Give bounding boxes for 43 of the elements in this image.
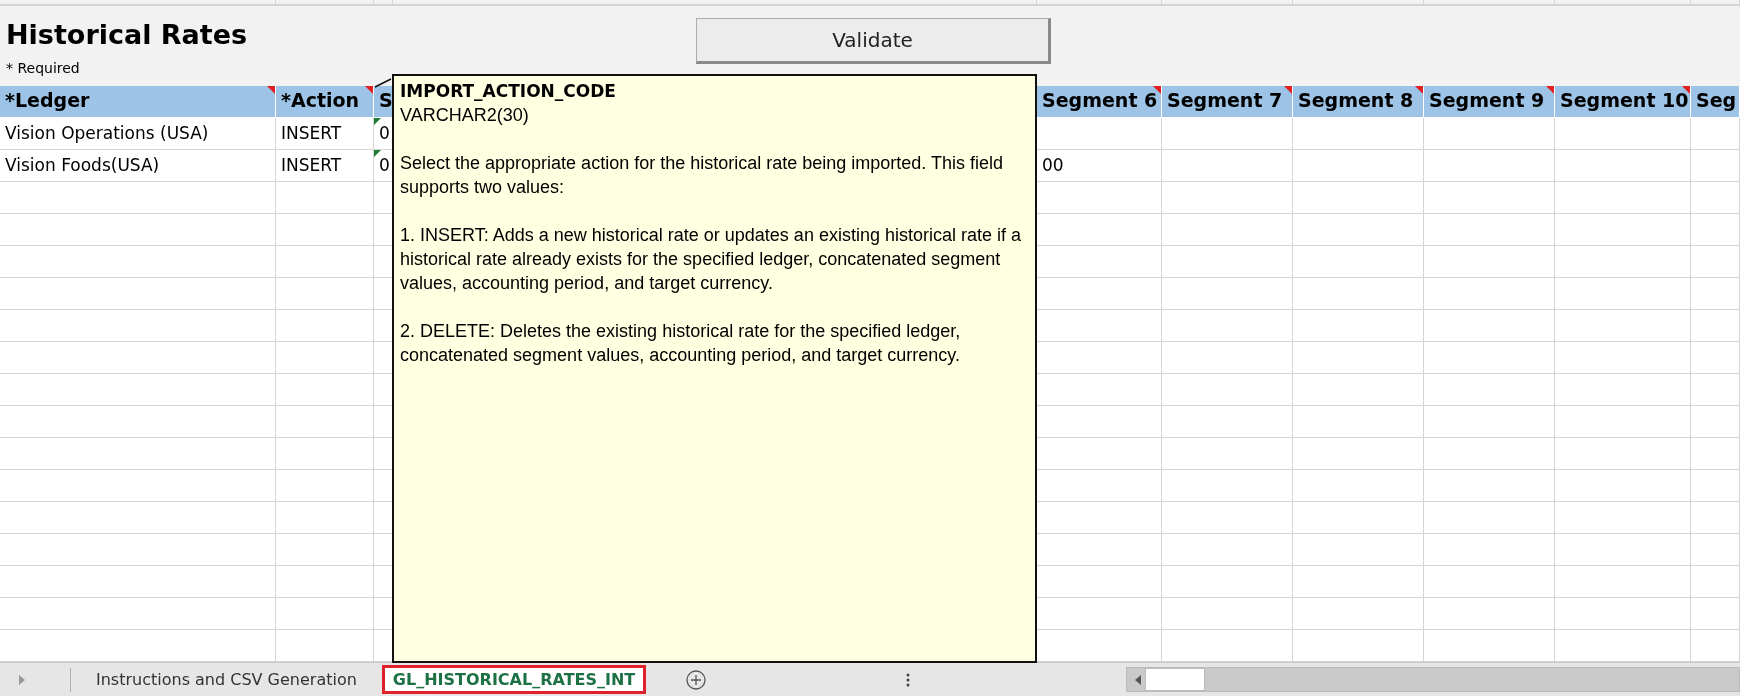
column-header: Segment 6 xyxy=(1037,86,1162,118)
tooltip-paragraph: 2. DELETE: Deletes the existing historical rate for the specified ledger, concatenated segment values, accounting period, and target currency. xyxy=(400,320,962,367)
table-cell: Vision Foods(USA) xyxy=(0,150,276,182)
sheet-tab[interactable]: GL_HISTORICAL_RATES_INT xyxy=(381,665,647,694)
column-header: *Ledger xyxy=(0,86,276,118)
table-cell xyxy=(1691,438,1740,470)
table-cell: Vision Operations (USA) xyxy=(0,118,276,150)
table-cell xyxy=(1691,534,1740,566)
sheet-tab[interactable]: Instructions and CSV Generation xyxy=(71,663,382,696)
validate-button[interactable]: Validate xyxy=(696,18,1051,64)
sheet-title: Historical Rates xyxy=(6,19,249,50)
column-header: Segment 9 xyxy=(1424,86,1555,118)
horizontal-scrollbar[interactable] xyxy=(1126,667,1740,692)
table-cell: INSERT xyxy=(276,150,374,182)
table-cell xyxy=(1691,470,1740,502)
table-cell xyxy=(1691,182,1740,214)
tooltip-paragraph: Select the appropriate action for the historical rate being imported. This field supports two values: xyxy=(400,152,1004,199)
scrollbar-thumb[interactable] xyxy=(1145,668,1205,691)
table-cell: INSERT xyxy=(276,118,374,150)
table-cell xyxy=(1691,246,1740,278)
table-cell xyxy=(1691,406,1740,438)
table-cell xyxy=(1691,502,1740,534)
table-cell xyxy=(1691,342,1740,374)
table-cell xyxy=(1691,278,1740,310)
table-cell xyxy=(1691,150,1740,182)
required-note: * Required xyxy=(6,60,81,76)
more-options-icon[interactable] xyxy=(906,672,911,687)
table-cell xyxy=(1691,118,1740,150)
table-cell xyxy=(1691,374,1740,406)
table-cell xyxy=(1691,310,1740,342)
column-header: *Action xyxy=(276,86,374,118)
table-cell xyxy=(1691,598,1740,630)
scroll-left-icon[interactable] xyxy=(1135,674,1141,685)
table-cell xyxy=(1691,566,1740,598)
column-header: Seg xyxy=(1691,86,1740,118)
column-header: Segment 8 xyxy=(1293,86,1424,118)
tooltip-title: IMPORT_ACTION_CODE xyxy=(400,80,617,103)
column-header: Segment 10 xyxy=(1555,86,1691,118)
tooltip-paragraph: 1. INSERT: Adds a new historical rate or updates an existing historical rate if a historical rate already exists for the specified ledger, concatenated segment values, accounting period, and target currency. xyxy=(400,224,1022,295)
table-cell xyxy=(1691,214,1740,246)
add-sheet-icon[interactable] xyxy=(686,669,707,690)
column-header: Segment 7 xyxy=(1162,86,1293,118)
tooltip-type: VARCHAR2(30) xyxy=(400,104,530,127)
